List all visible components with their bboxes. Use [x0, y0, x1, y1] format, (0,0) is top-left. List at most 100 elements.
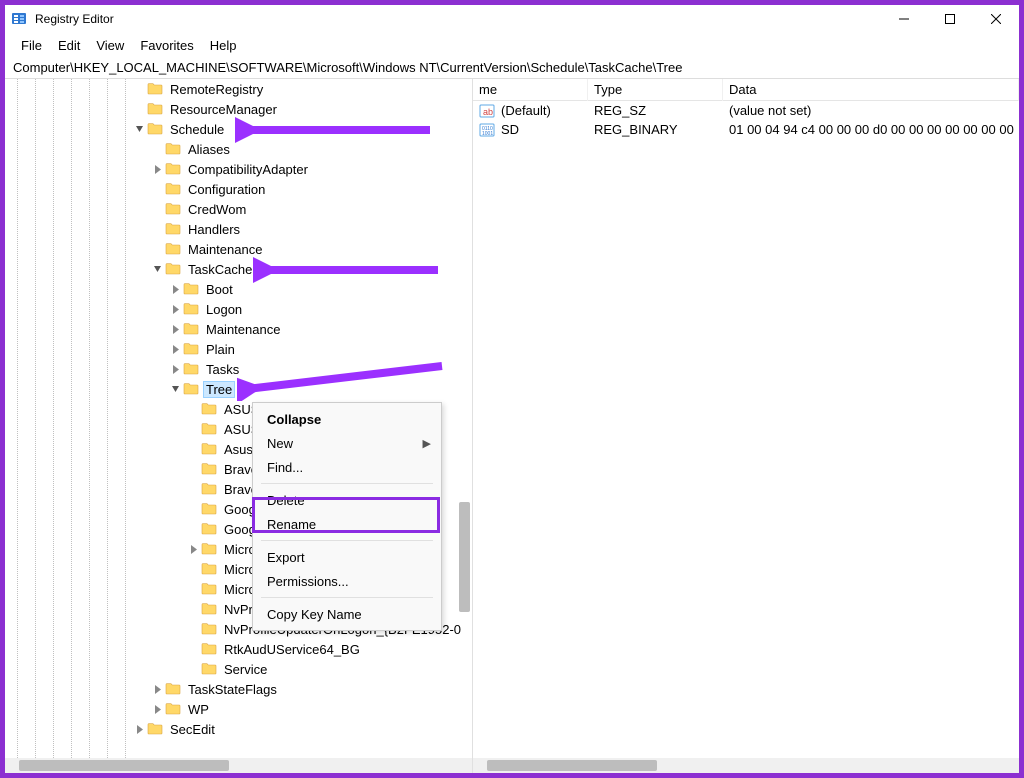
folder-icon	[165, 681, 181, 697]
tree-node[interactable]: SecEdit	[5, 719, 472, 739]
tree-node[interactable]: Configuration	[5, 179, 472, 199]
expander-open-icon[interactable]	[167, 381, 183, 397]
context-menu-new[interactable]: New▶	[253, 431, 441, 455]
context-menu-collapse[interactable]: Collapse	[253, 407, 441, 431]
menu-file-label: File	[21, 38, 42, 53]
tree-node-label: Tree	[203, 381, 235, 398]
folder-icon	[165, 161, 181, 177]
menu-help-label: Help	[210, 38, 237, 53]
folder-icon	[201, 401, 217, 417]
folder-icon	[183, 341, 199, 357]
context-menu-find[interactable]: Find...	[253, 455, 441, 479]
tree-node-label: ResourceManager	[167, 101, 280, 118]
context-menu: CollapseNew▶Find... Delete Rename Export Per…	[252, 402, 442, 631]
tree-node[interactable]: CompatibilityAdapter	[5, 159, 472, 179]
expander-closed-icon[interactable]	[167, 281, 183, 297]
folder-icon	[165, 241, 181, 257]
folder-icon	[165, 201, 181, 217]
context-menu-delete[interactable]: Delete	[253, 488, 441, 512]
expander-closed-icon[interactable]	[149, 701, 165, 717]
expander-open-icon[interactable]	[131, 121, 147, 137]
tree-node[interactable]: Tree	[5, 379, 472, 399]
address-bar[interactable]: Computer\HKEY_LOCAL_MACHINE\SOFTWARE\Mic…	[5, 57, 1019, 79]
values-header: me Type Data	[473, 79, 1019, 101]
tree-node[interactable]: Boot	[5, 279, 472, 299]
context-menu-label: Export	[267, 550, 305, 565]
tree-node[interactable]: TaskStateFlags	[5, 679, 472, 699]
value-type: REG_SZ	[588, 103, 723, 118]
tree-node[interactable]: WP	[5, 699, 472, 719]
folder-icon	[201, 541, 217, 557]
tree-scrollbar-vertical[interactable]	[457, 79, 472, 758]
column-data[interactable]: Data	[723, 79, 1019, 101]
regedit-app-icon	[11, 11, 27, 27]
menu-edit[interactable]: Edit	[50, 33, 88, 57]
context-menu-label: New	[267, 436, 293, 451]
context-menu-label: Delete	[267, 493, 305, 508]
tree-node[interactable]: RtkAudUService64_BG	[5, 639, 472, 659]
expander-closed-icon[interactable]	[167, 361, 183, 377]
tree-node-label: Boot	[203, 281, 236, 298]
tree-node[interactable]: Service	[5, 659, 472, 679]
column-name[interactable]: me	[473, 79, 588, 101]
tree-node[interactable]: Logon	[5, 299, 472, 319]
value-name: (Default)	[501, 103, 551, 118]
minimize-button[interactable]	[881, 5, 927, 33]
expander-closed-icon[interactable]	[149, 681, 165, 697]
expander-closed-icon[interactable]	[167, 301, 183, 317]
folder-icon	[201, 581, 217, 597]
tree-node-label: Logon	[203, 301, 245, 318]
tree-node-label: RemoteRegistry	[167, 81, 266, 98]
tree-node-label: WP	[185, 701, 212, 718]
expander-closed-icon[interactable]	[185, 541, 201, 557]
menu-help[interactable]: Help	[202, 33, 245, 57]
values-pane[interactable]: me Type Data ab(Default)REG_SZ(value not…	[473, 79, 1019, 773]
tree-node[interactable]: Handlers	[5, 219, 472, 239]
tree-scrollbar-horizontal[interactable]	[5, 758, 472, 773]
context-menu-label: Rename	[267, 517, 316, 532]
value-row[interactable]: ab(Default)REG_SZ(value not set)	[473, 101, 1019, 120]
tree-node[interactable]: Maintenance	[5, 239, 472, 259]
folder-icon	[183, 281, 199, 297]
tree-node[interactable]: RemoteRegistry	[5, 79, 472, 99]
expander-closed-icon[interactable]	[167, 341, 183, 357]
close-button[interactable]	[973, 5, 1019, 33]
tree-node-label: SecEdit	[167, 721, 218, 738]
menu-view[interactable]: View	[88, 33, 132, 57]
tree-node-label: CompatibilityAdapter	[185, 161, 311, 178]
expander-closed-icon[interactable]	[167, 321, 183, 337]
tree-node[interactable]: TaskCache	[5, 259, 472, 279]
menu-file[interactable]: File	[13, 33, 50, 57]
menu-view-label: View	[96, 38, 124, 53]
folder-icon	[165, 181, 181, 197]
value-row[interactable]: 01101001SDREG_BINARY01 00 04 94 c4 00 00…	[473, 120, 1019, 139]
tree-node[interactable]: CredWom	[5, 199, 472, 219]
tree-node[interactable]: Aliases	[5, 139, 472, 159]
tree-node[interactable]: ResourceManager	[5, 99, 472, 119]
menu-favorites-label: Favorites	[140, 38, 193, 53]
tree-node[interactable]: Plain	[5, 339, 472, 359]
folder-icon	[201, 461, 217, 477]
values-scrollbar-horizontal[interactable]	[473, 758, 1019, 773]
tree-node-label: TaskCache	[185, 261, 255, 278]
folder-icon	[147, 721, 163, 737]
context-menu-copykey[interactable]: Copy Key Name	[253, 602, 441, 626]
context-menu-separator	[261, 483, 433, 484]
value-type-icon: ab	[479, 103, 495, 119]
context-menu-export[interactable]: Export	[253, 545, 441, 569]
context-menu-rename[interactable]: Rename	[253, 512, 441, 536]
address-text: Computer\HKEY_LOCAL_MACHINE\SOFTWARE\Mic…	[13, 60, 682, 75]
expander-open-icon[interactable]	[149, 261, 165, 277]
folder-icon	[201, 501, 217, 517]
tree-node[interactable]: Schedule	[5, 119, 472, 139]
menu-favorites[interactable]: Favorites	[132, 33, 201, 57]
expander-closed-icon[interactable]	[149, 161, 165, 177]
context-menu-permissions[interactable]: Permissions...	[253, 569, 441, 593]
tree-node-label: Schedule	[167, 121, 227, 138]
maximize-button[interactable]	[927, 5, 973, 33]
tree-node[interactable]: Tasks	[5, 359, 472, 379]
tree-node[interactable]: Maintenance	[5, 319, 472, 339]
tree-node-label: Service	[221, 661, 270, 678]
expander-closed-icon[interactable]	[131, 721, 147, 737]
column-type[interactable]: Type	[588, 79, 723, 101]
